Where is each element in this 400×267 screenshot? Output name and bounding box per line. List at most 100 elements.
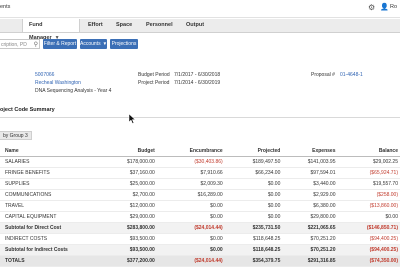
col-header-name[interactable]: Name bbox=[0, 146, 119, 157]
cell-balance: ($94,400.25) bbox=[338, 234, 400, 245]
user-name[interactable]: Ro bbox=[390, 4, 397, 10]
col-header-expenses[interactable]: Expenses bbox=[282, 146, 337, 157]
cell-expenses: $29,800.00 bbox=[282, 212, 337, 223]
row-name: COMMUNICATIONS bbox=[0, 190, 119, 201]
col-header-encumbrance[interactable]: Encumbrance bbox=[157, 146, 225, 157]
cell-encumbrance: ($30,403.86) bbox=[157, 157, 225, 168]
col-header-projected[interactable]: Projected bbox=[225, 146, 283, 157]
cell-balance: ($74,350.00) bbox=[338, 256, 400, 267]
table-row: INDIRECT COSTS$93,500.00$0.00$118,648.25… bbox=[0, 234, 400, 245]
row-name: Subtotal for Indirect Costs bbox=[0, 245, 119, 256]
chevron-down-icon: ▼ bbox=[103, 41, 107, 46]
cell-balance: ($13,860.00) bbox=[338, 201, 400, 212]
cell-expenses: $221,065.65 bbox=[282, 223, 337, 234]
group-by-button[interactable]: by Group 3 bbox=[0, 131, 32, 140]
table-row: CAPITAL EQUIPMENT$29,000.00$0.00$0.00$29… bbox=[0, 212, 400, 223]
cell-expenses: $291,316.85 bbox=[282, 256, 337, 267]
cell-balance: $19,557.70 bbox=[338, 179, 400, 190]
col-header-balance[interactable]: Balance bbox=[338, 146, 400, 157]
table-row: SUPPLIES$25,000.00$2,009.30$0.00$3,440.0… bbox=[0, 179, 400, 190]
row-name: Subtotal for Direct Cost bbox=[0, 223, 119, 234]
cell-projected: $0.00 bbox=[225, 190, 283, 201]
row-name: SALARIES bbox=[0, 157, 119, 168]
cell-encumbrance: $0.00 bbox=[157, 212, 225, 223]
cell-expenses: $70,251.20 bbox=[282, 245, 337, 256]
cell-encumbrance: $2,009.30 bbox=[157, 179, 225, 190]
cell-budget: $29,000.00 bbox=[119, 212, 157, 223]
cell-encumbrance: $16,289.00 bbox=[157, 190, 225, 201]
cell-projected: $66,234.00 bbox=[225, 168, 283, 179]
projections-button[interactable]: Projections bbox=[110, 39, 138, 49]
totals-row: TOTALS$377,200.00($24,014.44)$354,379.75… bbox=[0, 256, 400, 267]
cell-balance: $29,002.25 bbox=[338, 157, 400, 168]
cell-budget: $37,160.00 bbox=[119, 168, 157, 179]
project-id-link[interactable]: 5007066 bbox=[35, 72, 54, 78]
pi-name-link[interactable]: Recheal Washington bbox=[35, 80, 81, 86]
proposal-link[interactable]: 01-4648-1 bbox=[340, 72, 363, 78]
cell-projected: $235,731.50 bbox=[225, 223, 283, 234]
cell-budget: $2,700.00 bbox=[119, 190, 157, 201]
cell-projected: $0.00 bbox=[225, 212, 283, 223]
mouse-pointer-icon bbox=[128, 114, 136, 124]
cell-encumbrance: $0.00 bbox=[157, 201, 225, 212]
filter-report-label: Filter & Report bbox=[44, 41, 76, 47]
cell-balance: $0.00 bbox=[338, 212, 400, 223]
main-nav: Fund Manager▼ Effort Space Personnel Out… bbox=[0, 19, 400, 33]
tab-fund-manager[interactable]: Fund Manager▼ bbox=[22, 19, 80, 32]
cell-encumbrance: ($24,014.44) bbox=[157, 256, 225, 267]
row-name: TRAVEL bbox=[0, 201, 119, 212]
row-name: TOTALS bbox=[0, 256, 119, 267]
cell-budget: $93,500.00 bbox=[119, 245, 157, 256]
cell-encumbrance: $0.00 bbox=[157, 234, 225, 245]
cell-balance: ($94,400.25) bbox=[338, 245, 400, 256]
tab-space[interactable]: Space bbox=[110, 19, 138, 32]
project-period-value: 7/1/2014 - 6/30/2019 bbox=[174, 80, 220, 86]
cell-balance: ($65,924.71) bbox=[338, 168, 400, 179]
user-icon[interactable]: 👤 bbox=[380, 3, 389, 11]
subtotal-row: Subtotal for Indirect Costs$93,500.00$0.… bbox=[0, 245, 400, 256]
col-header-budget[interactable]: Budget bbox=[119, 146, 157, 157]
cell-encumbrance: ($24,014.44) bbox=[157, 223, 225, 234]
top-nav-fragment[interactable]: ents bbox=[0, 4, 10, 10]
cell-budget: $12,000.00 bbox=[119, 201, 157, 212]
tab-personnel[interactable]: Personnel bbox=[140, 19, 179, 32]
cell-projected: $0.00 bbox=[225, 179, 283, 190]
project-period-label: Project Period bbox=[138, 80, 169, 86]
table-row: COMMUNICATIONS$2,700.00$16,289.00$0.00$2… bbox=[0, 190, 400, 201]
accounts-button[interactable]: Accounts▼ bbox=[80, 39, 107, 49]
budget-period-label: Budget Period bbox=[138, 72, 170, 78]
summary-title: oject Code Summary bbox=[0, 107, 55, 113]
tab-effort[interactable]: Effort bbox=[82, 19, 109, 32]
table-row: SALARIES$178,000.00($30,403.86)$189,497.… bbox=[0, 157, 400, 168]
cell-budget: $178,000.00 bbox=[119, 157, 157, 168]
project-title: DNA Sequencing Analysis - Year 4 bbox=[35, 88, 111, 94]
cell-projected: $0.00 bbox=[225, 201, 283, 212]
cell-budget: $283,800.00 bbox=[119, 223, 157, 234]
table-row: TRAVEL$12,000.00$0.00$0.00$6,380.00($13,… bbox=[0, 201, 400, 212]
search-icon[interactable]: ⚲ bbox=[34, 40, 38, 50]
tab-output[interactable]: Output bbox=[180, 19, 210, 32]
projections-label: Projections bbox=[112, 41, 137, 47]
cell-expenses: $97,594.01 bbox=[282, 168, 337, 179]
top-bar: ents ⚙ 👤 Ro bbox=[0, 0, 400, 18]
proposal-label: Proposal # bbox=[311, 72, 335, 78]
row-name: INDIRECT COSTS bbox=[0, 234, 119, 245]
cell-encumbrance: $0.00 bbox=[157, 245, 225, 256]
cell-encumbrance: $7,910.66 bbox=[157, 168, 225, 179]
tab-personnel-label: Personnel bbox=[146, 22, 173, 28]
tab-space-label: Space bbox=[116, 22, 132, 28]
table-row: FRINGE BENEFITS$37,160.00$7,910.66$66,23… bbox=[0, 168, 400, 179]
cell-budget: $93,500.00 bbox=[119, 234, 157, 245]
search-input[interactable]: cription, PD ⚲ bbox=[0, 39, 40, 49]
cell-expenses: $3,440.00 bbox=[282, 179, 337, 190]
filter-report-button[interactable]: Filter & Report bbox=[43, 39, 77, 49]
cell-expenses: $6,380.00 bbox=[282, 201, 337, 212]
gear-icon[interactable]: ⚙ bbox=[368, 3, 375, 12]
subtotal-row: Subtotal for Direct Cost$283,800.00($24,… bbox=[0, 223, 400, 234]
table-header-row: Name Budget Encumbrance Projected Expens… bbox=[0, 146, 400, 157]
tab-effort-label: Effort bbox=[88, 22, 103, 28]
cell-expenses: $141,003.95 bbox=[282, 157, 337, 168]
cell-balance: ($258.00) bbox=[338, 190, 400, 201]
tab-output-label: Output bbox=[186, 22, 204, 28]
cell-projected: $354,379.75 bbox=[225, 256, 283, 267]
